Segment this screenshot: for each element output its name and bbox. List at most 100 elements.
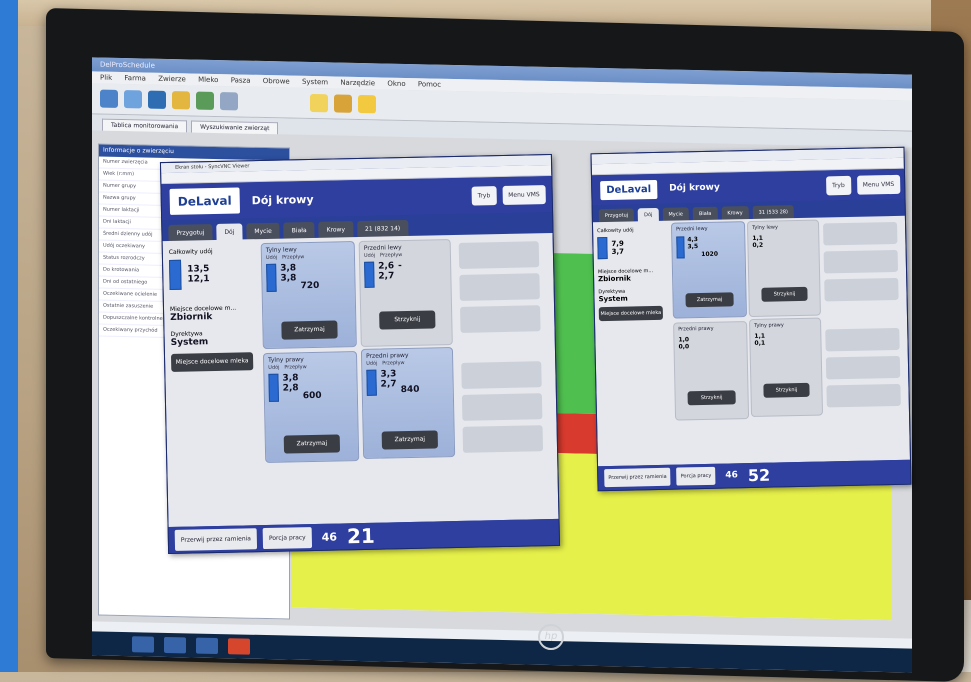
yield-values: 3,8 3,8 [280, 263, 297, 291]
delaval-footer: Przerwij przez ramienia Porcja pracy 46 … [598, 459, 911, 491]
menu-item[interactable]: Narzędzie [340, 79, 375, 88]
stop-button[interactable]: Zatrzymaj [281, 320, 338, 340]
stop-button[interactable]: Zatrzymaj [283, 434, 341, 454]
start-icon[interactable] [132, 636, 154, 653]
interrupt-button[interactable]: Przerwij przez ramienia [604, 467, 671, 488]
flow-label: Przepływ [379, 252, 403, 259]
menu-item[interactable]: Mleko [198, 76, 218, 84]
menu-item[interactable]: System [302, 78, 328, 87]
yield-2: 2,7 [380, 379, 397, 390]
flow-value: - [398, 261, 402, 272]
panel-values: 1,0 0,0 [678, 335, 742, 350]
yield-values: 3,8 2,8 [282, 373, 299, 401]
yield-1: 2,6 [378, 261, 395, 272]
menu-vms-button[interactable]: Menu VMS [856, 174, 901, 195]
ie-icon[interactable] [164, 636, 186, 654]
milk-destination-button[interactable]: Miejsce docelowe mleka [170, 352, 254, 372]
strip-button[interactable]: Strzyknij [763, 382, 810, 398]
grid-icon[interactable] [220, 92, 238, 111]
panel-values: 3,8 3,8 720 [266, 262, 351, 292]
milking-body: Całkowity udój 13,5 12,1 Miejsce docelow… [162, 232, 559, 528]
udoj-label: Udój [265, 254, 278, 261]
hp-logo: hp [538, 624, 564, 650]
menu-item[interactable]: Obrowe [263, 77, 290, 86]
disabled-button [458, 241, 540, 269]
yield-bar [366, 369, 377, 396]
panel-values: 1,1 0,2 [752, 234, 814, 249]
flow-label: Przepływ [281, 254, 305, 261]
strip-button[interactable]: Strzyknij [687, 390, 736, 406]
panel-subtitle: Udój Przepływ [266, 253, 350, 261]
total-yield-label: Całkowity udój [597, 227, 634, 235]
yield-2: 2,7 [378, 271, 395, 282]
disabled-button [462, 425, 544, 453]
tryb-button[interactable]: Tryb [825, 175, 851, 195]
yield-values: 4,3 3,5 [687, 236, 698, 258]
panel-subtitle: Udój Przepływ [364, 251, 446, 259]
milking-body: Całkowity udój 7,9 3,7 Miejsce docelowe … [592, 215, 910, 467]
directive-value: System [170, 337, 209, 348]
menu-vms-button[interactable]: Menu VMS [502, 184, 546, 205]
star-icon[interactable] [358, 94, 376, 114]
strip-button[interactable]: Strzyknij [761, 286, 808, 302]
menu-item[interactable]: Pasza [231, 76, 251, 84]
menu-item[interactable]: Okno [387, 80, 405, 88]
flow-label: Przepływ [284, 364, 307, 371]
lock-icon[interactable] [334, 94, 352, 113]
key-icon[interactable] [310, 93, 328, 113]
yield-2: 0,1 [754, 339, 766, 347]
stop-button[interactable]: Zatrzymaj [685, 292, 734, 308]
menu-item[interactable]: Plik [100, 74, 112, 82]
interrupt-button[interactable]: Przerwij przez ramienia [174, 527, 258, 551]
delaval-window-right: DeLaval Dój krowy Tryb Menu VMS Przygotu… [590, 146, 912, 492]
tab-krowy[interactable]: Krowy [318, 221, 354, 239]
flow-label: Przepływ [382, 360, 405, 367]
tryb-button[interactable]: Tryb [471, 185, 497, 206]
udoj-label: Udój [363, 252, 376, 259]
menu-item[interactable]: Zwierze [158, 75, 186, 84]
header-spacer [314, 196, 466, 199]
search-icon[interactable] [124, 90, 142, 109]
cow-icon[interactable] [148, 90, 166, 109]
footer-small-number: 46 [725, 470, 738, 481]
app-icon[interactable] [196, 637, 218, 655]
delaval-logo: DeLaval [600, 179, 658, 200]
portion-button[interactable]: Porcja pracy [262, 526, 312, 549]
teat-panel-front-right: Przedni prawy 1,0 0,0 Strzyknij [673, 321, 750, 421]
yield-2: 0,2 [752, 241, 764, 249]
footer-small-number: 46 [321, 530, 338, 544]
yield-values: 2,6 2,7 [378, 261, 394, 287]
total-yield-block: Całkowity udój 13,5 12,1 Miejsce docelow… [169, 247, 258, 372]
menu-item[interactable]: Pomoc [418, 80, 441, 88]
tab-doj[interactable]: Dój [216, 223, 243, 241]
total-yield-bar [597, 236, 608, 260]
strip-button[interactable]: Strzyknij [379, 310, 436, 330]
stop-button[interactable]: Zatrzymaj [381, 430, 438, 450]
refresh-icon[interactable] [100, 89, 118, 108]
yield-bar [676, 236, 685, 259]
tab-biala[interactable]: Biała [283, 221, 315, 240]
yield-2: 0,0 [678, 343, 690, 351]
destination-value: Zbiornik [598, 274, 632, 284]
yield-2: 3,5 [687, 243, 699, 251]
screen-title: Dój krowy [251, 192, 314, 207]
total-yield-bar [168, 259, 182, 290]
total-yield-values: 7,9 3,7 [611, 240, 624, 256]
flow-value: 840 [400, 384, 420, 396]
folder-icon[interactable] [172, 91, 190, 110]
portion-button[interactable]: Porcja pracy [676, 466, 716, 486]
total-yield-2: 3,7 [611, 247, 625, 256]
menu-item[interactable]: Farma [124, 74, 146, 82]
disabled-button [824, 277, 899, 302]
delaval-logo: DeLaval [169, 187, 240, 215]
tab-mycie[interactable]: Mycie [246, 222, 280, 241]
chrome-icon[interactable] [228, 638, 250, 655]
delaval-window-left: Ekran stołu - SyncVNC Viewer DeLaval Dój… [159, 153, 561, 555]
tab-search[interactable]: Wyszukiwanie zwierząt [191, 120, 279, 135]
milk-destination-button[interactable]: Miejsce docelowe mleka [598, 305, 663, 322]
tab-monitor[interactable]: Tablica monitorowania [102, 118, 188, 133]
disabled-button [461, 361, 542, 389]
chart-icon[interactable] [196, 91, 214, 110]
yield-bar [266, 263, 277, 292]
teat-panel-rear-right: Tylny prawy Udój Przepływ 3,8 2,8 600 Zat… [262, 351, 360, 464]
